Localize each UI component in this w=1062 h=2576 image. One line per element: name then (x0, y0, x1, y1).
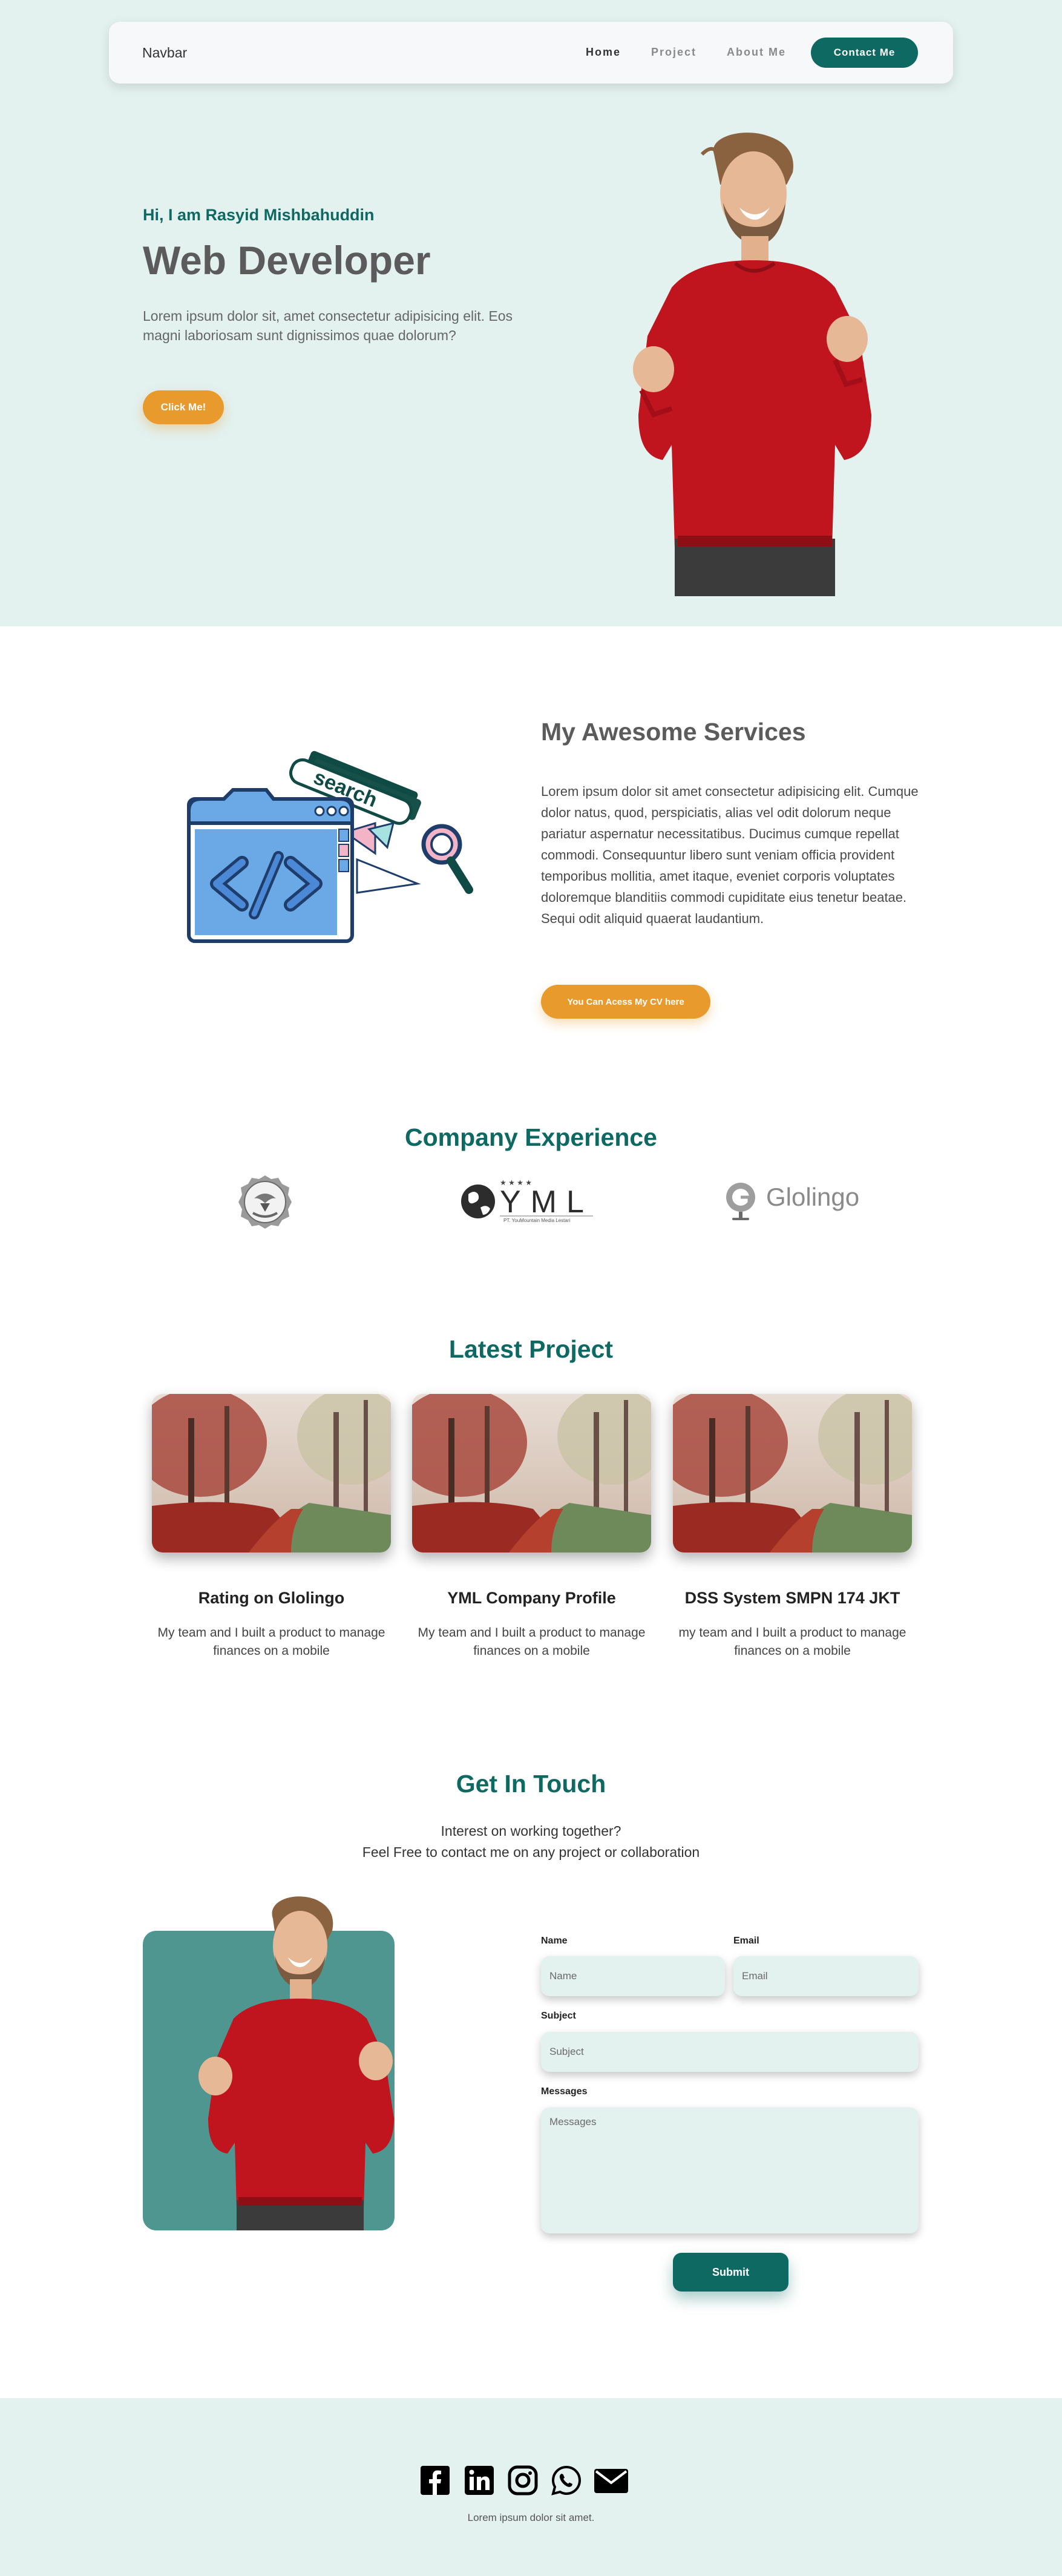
nav-link-project[interactable]: Project (651, 46, 697, 59)
hero-title: Web Developer (143, 238, 431, 283)
glolingo-logo: Glolingo (726, 1183, 859, 1220)
project-card[interactable]: YML Company Profile My team and I built … (412, 1394, 651, 1658)
latest-project-title: Latest Project (448, 1335, 614, 1363)
get-in-touch-title: Get In Touch (456, 1770, 606, 1798)
services-description: Lorem ipsum dolor sit amet consectetur a… (541, 784, 919, 926)
submit-button[interactable]: Submit (673, 2253, 788, 2292)
contact-me-button[interactable]: Contact Me (811, 38, 918, 68)
project-image (152, 1394, 391, 1552)
project-image (673, 1394, 912, 1552)
messages-textarea[interactable] (541, 2108, 919, 2233)
hero-section: Navbar Home Project About Me Contact Me … (0, 0, 1062, 626)
project-description: My team and I built a product to manage … (418, 1626, 646, 1658)
contact-person-image (143, 1896, 395, 2230)
project-title: Rating on Glolingo (198, 1589, 345, 1607)
click-me-button[interactable]: Click Me! (143, 390, 224, 424)
project-image (412, 1394, 651, 1552)
subject-label: Subject (541, 2011, 576, 2021)
company-experience-title: Company Experience (405, 1123, 657, 1151)
nav-link-home[interactable]: Home (586, 46, 621, 59)
yml-logo: ★ ★ ★ ★ YML PT. YouMountain Media Lestar… (461, 1178, 594, 1223)
tut-wuri-handayani-logo (238, 1175, 292, 1229)
instagram-icon[interactable] (507, 2465, 539, 2496)
yml-subtext: PT. YouMountain Media Lestari (503, 1218, 571, 1223)
name-label: Name (541, 1936, 568, 1946)
hero-greeting: Hi, I am Rasyid Mishbahuddin (143, 206, 375, 224)
web-search-illustration: search (187, 751, 473, 943)
linkedin-icon[interactable] (464, 2465, 495, 2496)
project-title: DSS System SMPN 174 JKT (684, 1589, 900, 1607)
project-card[interactable]: Rating on Glolingo My team and I built a… (152, 1394, 391, 1658)
hero-description: Lorem ipsum dolor sit, amet consectetur … (143, 308, 513, 343)
facebook-icon[interactable] (419, 2465, 451, 2496)
whatsapp-icon[interactable] (551, 2465, 582, 2496)
navbar: Navbar Home Project About Me Contact Me (109, 22, 953, 84)
glolingo-text: Glolingo (766, 1183, 859, 1211)
email-input[interactable] (733, 1956, 919, 1996)
yml-text: YML (500, 1184, 594, 1220)
project-description: My team and I built a product to manage … (157, 1626, 385, 1658)
footer: Lorem ipsum dolor sit amet. (0, 2398, 1062, 2576)
email-label: Email (733, 1936, 759, 1946)
project-title: YML Company Profile (447, 1589, 616, 1607)
cv-button[interactable]: You Can Acess My CV here (541, 985, 710, 1019)
project-card[interactable]: DSS System SMPN 174 JKT my team and I bu… (673, 1394, 912, 1658)
name-input[interactable] (541, 1956, 725, 1996)
contact-subtitle: Interest on working together? Feel Free … (0, 1821, 1062, 1863)
hero-person-image (633, 133, 871, 596)
messages-label: Messages (541, 2086, 588, 2097)
footer-text: Lorem ipsum dolor sit amet. (467, 2512, 595, 2523)
contact-subtitle-line1: Interest on working together? (441, 1823, 621, 1839)
services-title: My Awesome Services (541, 718, 806, 746)
contact-subtitle-line2: Feel Free to contact me on any project o… (362, 1844, 700, 1860)
page: Navbar Home Project About Me Contact Me … (0, 0, 1062, 2576)
project-description: my team and I built a product to manage … (678, 1626, 906, 1658)
nav-link-about-me[interactable]: About Me (727, 46, 786, 59)
mail-icon[interactable] (593, 2465, 629, 2496)
navbar-brand[interactable]: Navbar (142, 45, 187, 61)
subject-input[interactable] (541, 2032, 919, 2072)
